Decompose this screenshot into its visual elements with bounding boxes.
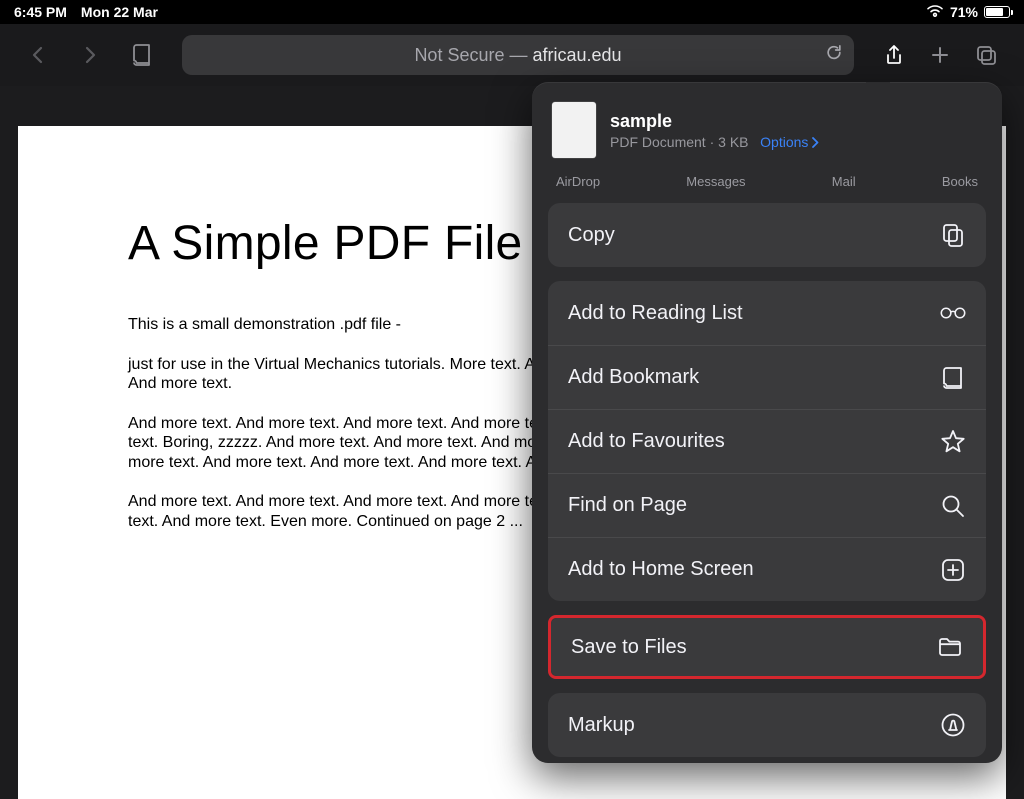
bookmarks-button[interactable] [120, 33, 164, 77]
status-bar: 6:45 PM Mon 22 Mar 71% [0, 0, 1024, 24]
url-security: Not Secure — [414, 45, 532, 65]
reload-button[interactable] [824, 43, 844, 68]
new-tab-button[interactable] [918, 33, 962, 77]
document-thumbnail [552, 102, 596, 158]
share-options-button[interactable]: Options [760, 134, 819, 150]
app-books[interactable]: Books [942, 174, 978, 189]
browser-toolbar: Not Secure — africau.edu [0, 24, 1024, 86]
action-copy[interactable]: Copy [548, 203, 986, 267]
action-reading-list[interactable]: Add to Reading List [548, 281, 986, 345]
status-time: 6:45 PM [14, 4, 67, 20]
app-mail[interactable]: Mail [832, 174, 856, 189]
battery-percent: 71% [950, 4, 978, 20]
action-markup[interactable]: Markup [548, 693, 986, 757]
markup-icon [940, 712, 966, 738]
back-button[interactable] [16, 33, 60, 77]
glasses-icon [940, 300, 966, 326]
action-find-on-page[interactable]: Find on Page [548, 473, 986, 537]
url-host: africau.edu [532, 45, 621, 65]
action-bookmark[interactable]: Add Bookmark [548, 345, 986, 409]
popover-arrow [866, 82, 890, 84]
forward-button[interactable] [68, 33, 112, 77]
share-doc-title: sample [610, 111, 819, 132]
url-bar[interactable]: Not Secure — africau.edu [182, 35, 854, 75]
app-airdrop[interactable]: AirDrop [556, 174, 600, 189]
share-header: sample PDF Document · 3 KB Options [532, 82, 1002, 174]
action-save-to-files[interactable]: Save to Files [551, 618, 983, 676]
share-button[interactable] [872, 33, 916, 77]
star-icon [940, 429, 966, 455]
wifi-icon [926, 4, 944, 21]
status-date: Mon 22 Mar [81, 4, 158, 20]
action-home-screen[interactable]: Add to Home Screen [548, 537, 986, 601]
copy-icon [940, 222, 966, 248]
folder-icon [937, 634, 963, 660]
action-favourites[interactable]: Add to Favourites [548, 409, 986, 473]
share-sheet: sample PDF Document · 3 KB Options AirDr… [532, 82, 1002, 763]
share-app-row: AirDrop Messages Mail Books [532, 174, 1002, 203]
search-icon [940, 493, 966, 519]
viewport: A Simple PDF File This is a small demons… [0, 86, 1024, 799]
plus-square-icon [940, 557, 966, 583]
share-doc-subtitle: PDF Document · 3 KB [610, 134, 749, 150]
app-messages[interactable]: Messages [686, 174, 745, 189]
book-icon [940, 365, 966, 391]
battery-icon [984, 6, 1010, 18]
tabs-button[interactable] [964, 33, 1008, 77]
